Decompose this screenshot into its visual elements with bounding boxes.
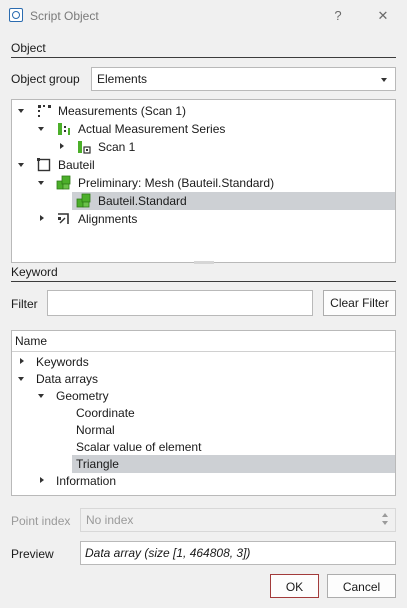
mesh-icon — [76, 193, 91, 208]
part-icon — [37, 158, 51, 172]
tree-item-label: Bauteil.Standard — [98, 194, 187, 208]
alignment-icon — [58, 213, 69, 224]
point-index-value: No index — [86, 513, 134, 527]
keyword-item-coordinate[interactable]: Coordinate — [12, 404, 395, 422]
object-section-label: Object — [11, 41, 46, 55]
preview-label: Preview — [11, 547, 54, 561]
keyword-item-label: Coordinate — [76, 406, 135, 420]
tree-item-label: Alignments — [78, 212, 138, 226]
keyword-tree[interactable]: Name Keywords Data arrays Geometry Coord… — [11, 330, 396, 496]
keyword-item-label: Data arrays — [36, 372, 99, 386]
keyword-item-geometry[interactable]: Geometry — [12, 387, 395, 405]
measurement-series-icon — [58, 123, 70, 135]
keyword-item-triangle[interactable]: Triangle — [72, 455, 395, 473]
column-header[interactable]: Name — [12, 331, 395, 352]
tree-item-label: Preliminary: Mesh (Bauteil.Standard) — [78, 176, 275, 190]
point-index-label: Point index — [11, 514, 71, 528]
title-bar: Script Object ? ✕ — [0, 0, 407, 32]
object-group-label: Object group — [11, 72, 80, 86]
spin-down-icon[interactable] — [382, 521, 388, 525]
expand-down-icon[interactable] — [17, 160, 27, 170]
expand-right-icon[interactable] — [37, 214, 47, 224]
tree-item-label: Scan 1 — [98, 140, 136, 154]
app-search-icon — [9, 8, 23, 22]
expand-down-icon[interactable] — [17, 374, 27, 384]
object-group-select[interactable]: Elements — [91, 67, 396, 91]
keyword-section-label: Keyword — [11, 265, 58, 279]
tree-item-label: Measurements (Scan 1) — [58, 104, 187, 118]
tree-item-bauteil-standard[interactable]: Bauteil.Standard — [72, 192, 395, 210]
keyword-item-label: Scalar value of element — [76, 440, 202, 454]
window-title: Script Object — [30, 9, 99, 23]
tree-item-label: Bauteil — [58, 158, 95, 172]
tree-item-bauteil[interactable]: Bauteil — [12, 156, 395, 174]
expand-down-icon[interactable] — [37, 124, 47, 134]
keyword-item-label: Triangle — [76, 457, 119, 471]
keyword-item-label: Information — [56, 474, 117, 488]
tree-item-label: Actual Measurement Series — [78, 122, 226, 136]
help-button[interactable]: ? — [328, 6, 348, 26]
splitter-handle[interactable] — [194, 261, 214, 264]
chevron-down-icon — [381, 78, 387, 82]
expand-right-icon[interactable] — [17, 357, 27, 367]
keyword-item-scalar-value[interactable]: Scalar value of element — [12, 438, 395, 456]
filter-input[interactable] — [47, 290, 313, 316]
scan-icon — [78, 141, 91, 154]
tree-item-actual-measurement-series[interactable]: Actual Measurement Series — [12, 120, 395, 138]
column-header-name: Name — [15, 334, 48, 348]
keyword-item-keywords[interactable]: Keywords — [12, 353, 395, 371]
tree-item-measurements[interactable]: Measurements (Scan 1) — [12, 102, 395, 120]
cancel-button[interactable]: Cancel — [327, 574, 396, 598]
expand-right-icon[interactable] — [57, 142, 67, 152]
clear-filter-button[interactable]: Clear Filter — [323, 290, 396, 316]
point-index-spinbox[interactable]: No index — [80, 508, 396, 532]
tree-item-alignments[interactable]: Alignments — [12, 210, 395, 228]
expand-down-icon[interactable] — [37, 391, 47, 401]
preview-field[interactable]: Data array (size [1, 464808, 3]) — [80, 541, 396, 565]
object-tree[interactable]: Measurements (Scan 1) Actual Measurement… — [11, 99, 396, 263]
expand-right-icon[interactable] — [37, 476, 47, 486]
keyword-item-data-arrays[interactable]: Data arrays — [12, 370, 395, 388]
mesh-icon — [56, 175, 71, 190]
tree-item-scan-1[interactable]: Scan 1 — [12, 138, 395, 156]
tree-item-preliminary-mesh[interactable]: Preliminary: Mesh (Bauteil.Standard) — [12, 174, 395, 192]
measurements-icon — [38, 105, 51, 117]
keyword-item-label: Geometry — [56, 389, 109, 403]
keyword-item-label: Keywords — [36, 355, 89, 369]
filter-label: Filter — [11, 297, 38, 311]
object-section-divider — [11, 57, 396, 58]
preview-value: Data array (size [1, 464808, 3]) — [85, 546, 251, 560]
ok-button[interactable]: OK — [270, 574, 319, 598]
keyword-item-information[interactable]: Information — [12, 472, 395, 490]
expand-down-icon[interactable] — [17, 106, 27, 116]
keyword-item-normal[interactable]: Normal — [12, 421, 395, 439]
expand-down-icon[interactable] — [37, 178, 47, 188]
keyword-section-divider — [11, 281, 396, 282]
keyword-item-label: Normal — [76, 423, 115, 437]
close-button[interactable]: ✕ — [373, 6, 393, 26]
object-group-value: Elements — [97, 72, 148, 86]
spin-up-icon[interactable] — [382, 513, 388, 517]
